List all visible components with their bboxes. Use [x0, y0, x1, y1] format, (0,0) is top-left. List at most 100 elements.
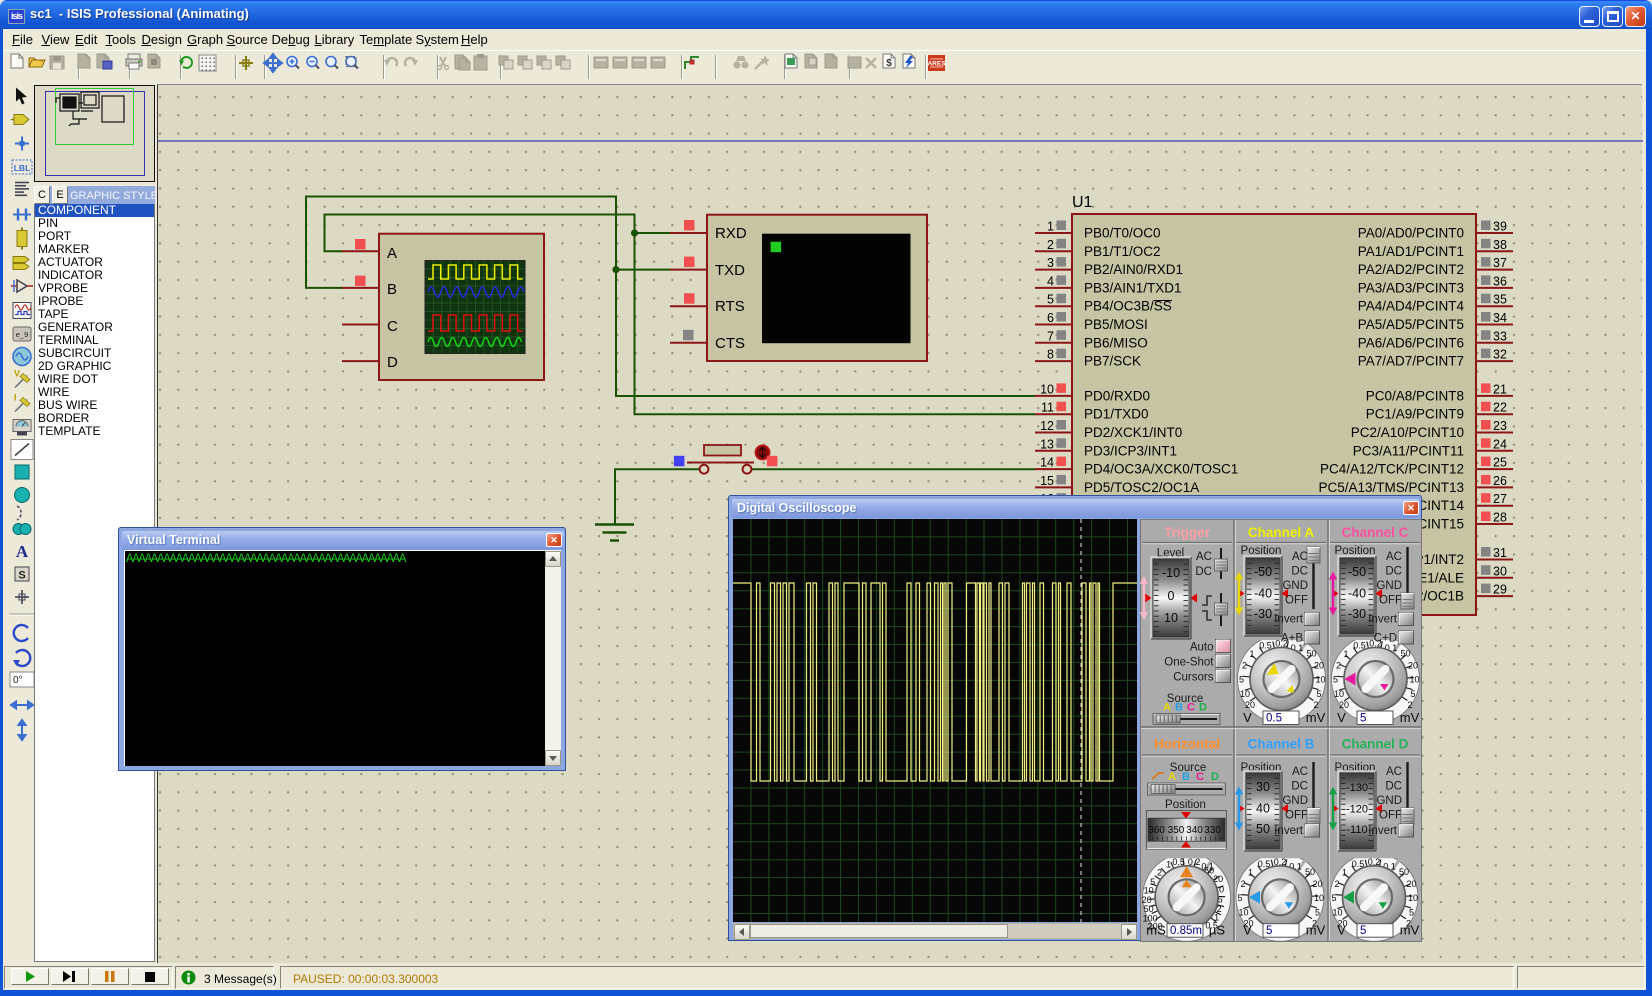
svg-text:PA0/AD0/PCINT0: PA0/AD0/PCINT0 — [1358, 226, 1464, 241]
svg-text:23: 23 — [1493, 419, 1507, 433]
svg-text:2: 2 — [1240, 879, 1245, 889]
svg-text:B: B — [387, 281, 397, 298]
svg-text:22: 22 — [1493, 401, 1507, 415]
svg-text:29: 29 — [1493, 583, 1507, 597]
svg-text:20: 20 — [1314, 661, 1324, 671]
svg-text:20: 20 — [1245, 700, 1255, 710]
svg-text:$: $ — [886, 58, 892, 69]
svg-text:37: 37 — [1493, 256, 1507, 270]
svg-text:mV: mV — [1400, 710, 1420, 725]
svg-text:PA6/AD6/PCINT6: PA6/AD6/PCINT6 — [1358, 335, 1464, 350]
svg-text:28: 28 — [1493, 511, 1507, 525]
svg-text:CTS: CTS — [715, 335, 745, 352]
svg-text:DC: DC — [1385, 566, 1402, 578]
svg-text:-50: -50 — [1348, 565, 1366, 579]
svg-text:PA7/AD7/PCINT7: PA7/AD7/PCINT7 — [1358, 354, 1464, 369]
svg-text:-30: -30 — [1348, 607, 1366, 621]
svg-text:1: 1 — [1249, 649, 1254, 659]
svg-text:OFF: OFF — [1379, 595, 1402, 607]
svg-text:340: 340 — [1186, 825, 1203, 836]
svg-text:1: 1 — [1342, 868, 1347, 878]
svg-text:2: 2 — [1242, 661, 1247, 671]
svg-text:31: 31 — [1493, 546, 1507, 560]
svg-text:Invert: Invert — [1368, 614, 1398, 626]
svg-text:50: 50 — [1306, 649, 1316, 659]
svg-text:I: I — [14, 393, 17, 403]
svg-text:D: D — [1199, 702, 1207, 714]
svg-text:20: 20 — [1408, 661, 1418, 671]
svg-text:2: 2 — [1336, 661, 1341, 671]
svg-text:OFF: OFF — [1285, 595, 1308, 607]
svg-text:A+B: A+B — [1281, 633, 1303, 645]
svg-text:25: 25 — [1493, 456, 1507, 470]
svg-text:5: 5 — [1047, 293, 1054, 307]
svg-text:30: 30 — [1493, 564, 1507, 578]
svg-text:330: 330 — [1204, 825, 1221, 836]
svg-text:5: 5 — [1239, 675, 1244, 685]
svg-text:A: A — [387, 245, 397, 262]
svg-text:AC: AC — [1386, 766, 1402, 778]
svg-text:12: 12 — [1040, 419, 1054, 433]
svg-text:V: V — [1243, 710, 1252, 725]
svg-text:-120: -120 — [1346, 804, 1368, 816]
svg-text:Horizontal: Horizontal — [1154, 737, 1220, 752]
svg-text:Position: Position — [1335, 545, 1376, 557]
svg-text:Position: Position — [1165, 799, 1206, 811]
svg-text:PB6/MISO: PB6/MISO — [1084, 335, 1148, 350]
svg-text:PD0/RXD0: PD0/RXD0 — [1084, 388, 1150, 403]
svg-text:AC: AC — [1292, 766, 1308, 778]
svg-text:Source: Source — [1167, 693, 1203, 705]
svg-text:30: 30 — [1256, 780, 1270, 794]
svg-text:GND: GND — [1282, 795, 1308, 807]
svg-text:20: 20 — [1312, 879, 1322, 889]
svg-text:33: 33 — [1493, 329, 1507, 343]
svg-text:V: V — [1337, 710, 1346, 725]
svg-text:360: 360 — [1148, 825, 1165, 836]
svg-text:-50: -50 — [1254, 565, 1272, 579]
svg-text:Position: Position — [1241, 545, 1282, 557]
svg-text:50: 50 — [1399, 867, 1409, 877]
svg-text:V: V — [1337, 923, 1346, 938]
svg-text:15: 15 — [1040, 474, 1054, 488]
svg-text:One-Shot: One-Shot — [1164, 657, 1214, 669]
svg-text:2: 2 — [1407, 700, 1412, 710]
svg-text:10: 10 — [1315, 675, 1325, 685]
svg-text:7: 7 — [1047, 329, 1054, 343]
svg-text:20: 20 — [1406, 879, 1416, 889]
svg-text:PC1/A9/PCINT9: PC1/A9/PCINT9 — [1366, 407, 1464, 422]
svg-text:GND: GND — [1376, 580, 1402, 592]
svg-text:PD2/XCK1/INT0: PD2/XCK1/INT0 — [1084, 425, 1182, 440]
svg-text:PD4/OC3A/XCK0/TOSC1: PD4/OC3A/XCK0/TOSC1 — [1084, 462, 1238, 477]
svg-text:-110: -110 — [1346, 824, 1367, 836]
svg-text:mV: mV — [1306, 710, 1326, 725]
svg-text:V: V — [14, 369, 20, 379]
svg-text:PA2/AD2/PCINT2: PA2/AD2/PCINT2 — [1358, 262, 1464, 277]
svg-text:10: 10 — [1040, 382, 1054, 396]
svg-text:AC: AC — [1196, 551, 1212, 563]
svg-text:0°: 0° — [13, 675, 23, 686]
svg-text:10: 10 — [1332, 908, 1342, 918]
svg-text:20: 20 — [1339, 700, 1349, 710]
svg-text:4: 4 — [1047, 274, 1054, 288]
svg-text:PB2/AIN0/RXD1: PB2/AIN0/RXD1 — [1084, 262, 1183, 277]
svg-text:-40: -40 — [1348, 587, 1366, 601]
svg-text:PC3/A11/PCINT11: PC3/A11/PCINT11 — [1353, 443, 1464, 458]
svg-text:DC: DC — [1195, 566, 1212, 578]
svg-text:B: B — [1175, 702, 1183, 714]
svg-text:10: 10 — [1240, 689, 1250, 699]
svg-text:24: 24 — [1493, 437, 1507, 451]
svg-text:OFF: OFF — [1379, 810, 1402, 822]
svg-text:0: 0 — [1168, 589, 1175, 603]
svg-text:1: 1 — [1166, 860, 1171, 870]
svg-text:mV: mV — [1306, 923, 1326, 938]
svg-text:35: 35 — [1493, 293, 1507, 307]
svg-text:3: 3 — [1047, 256, 1054, 270]
svg-text:PA3/AD3/PCINT3: PA3/AD3/PCINT3 — [1358, 280, 1464, 295]
svg-text:13: 13 — [1040, 437, 1054, 451]
svg-text:26: 26 — [1493, 474, 1507, 488]
svg-text:50: 50 — [1256, 822, 1270, 836]
svg-text:RXD: RXD — [715, 225, 747, 242]
svg-text:5: 5 — [1266, 925, 1272, 937]
svg-text:5: 5 — [1315, 908, 1320, 918]
svg-text:0.85m: 0.85m — [1170, 925, 1202, 937]
